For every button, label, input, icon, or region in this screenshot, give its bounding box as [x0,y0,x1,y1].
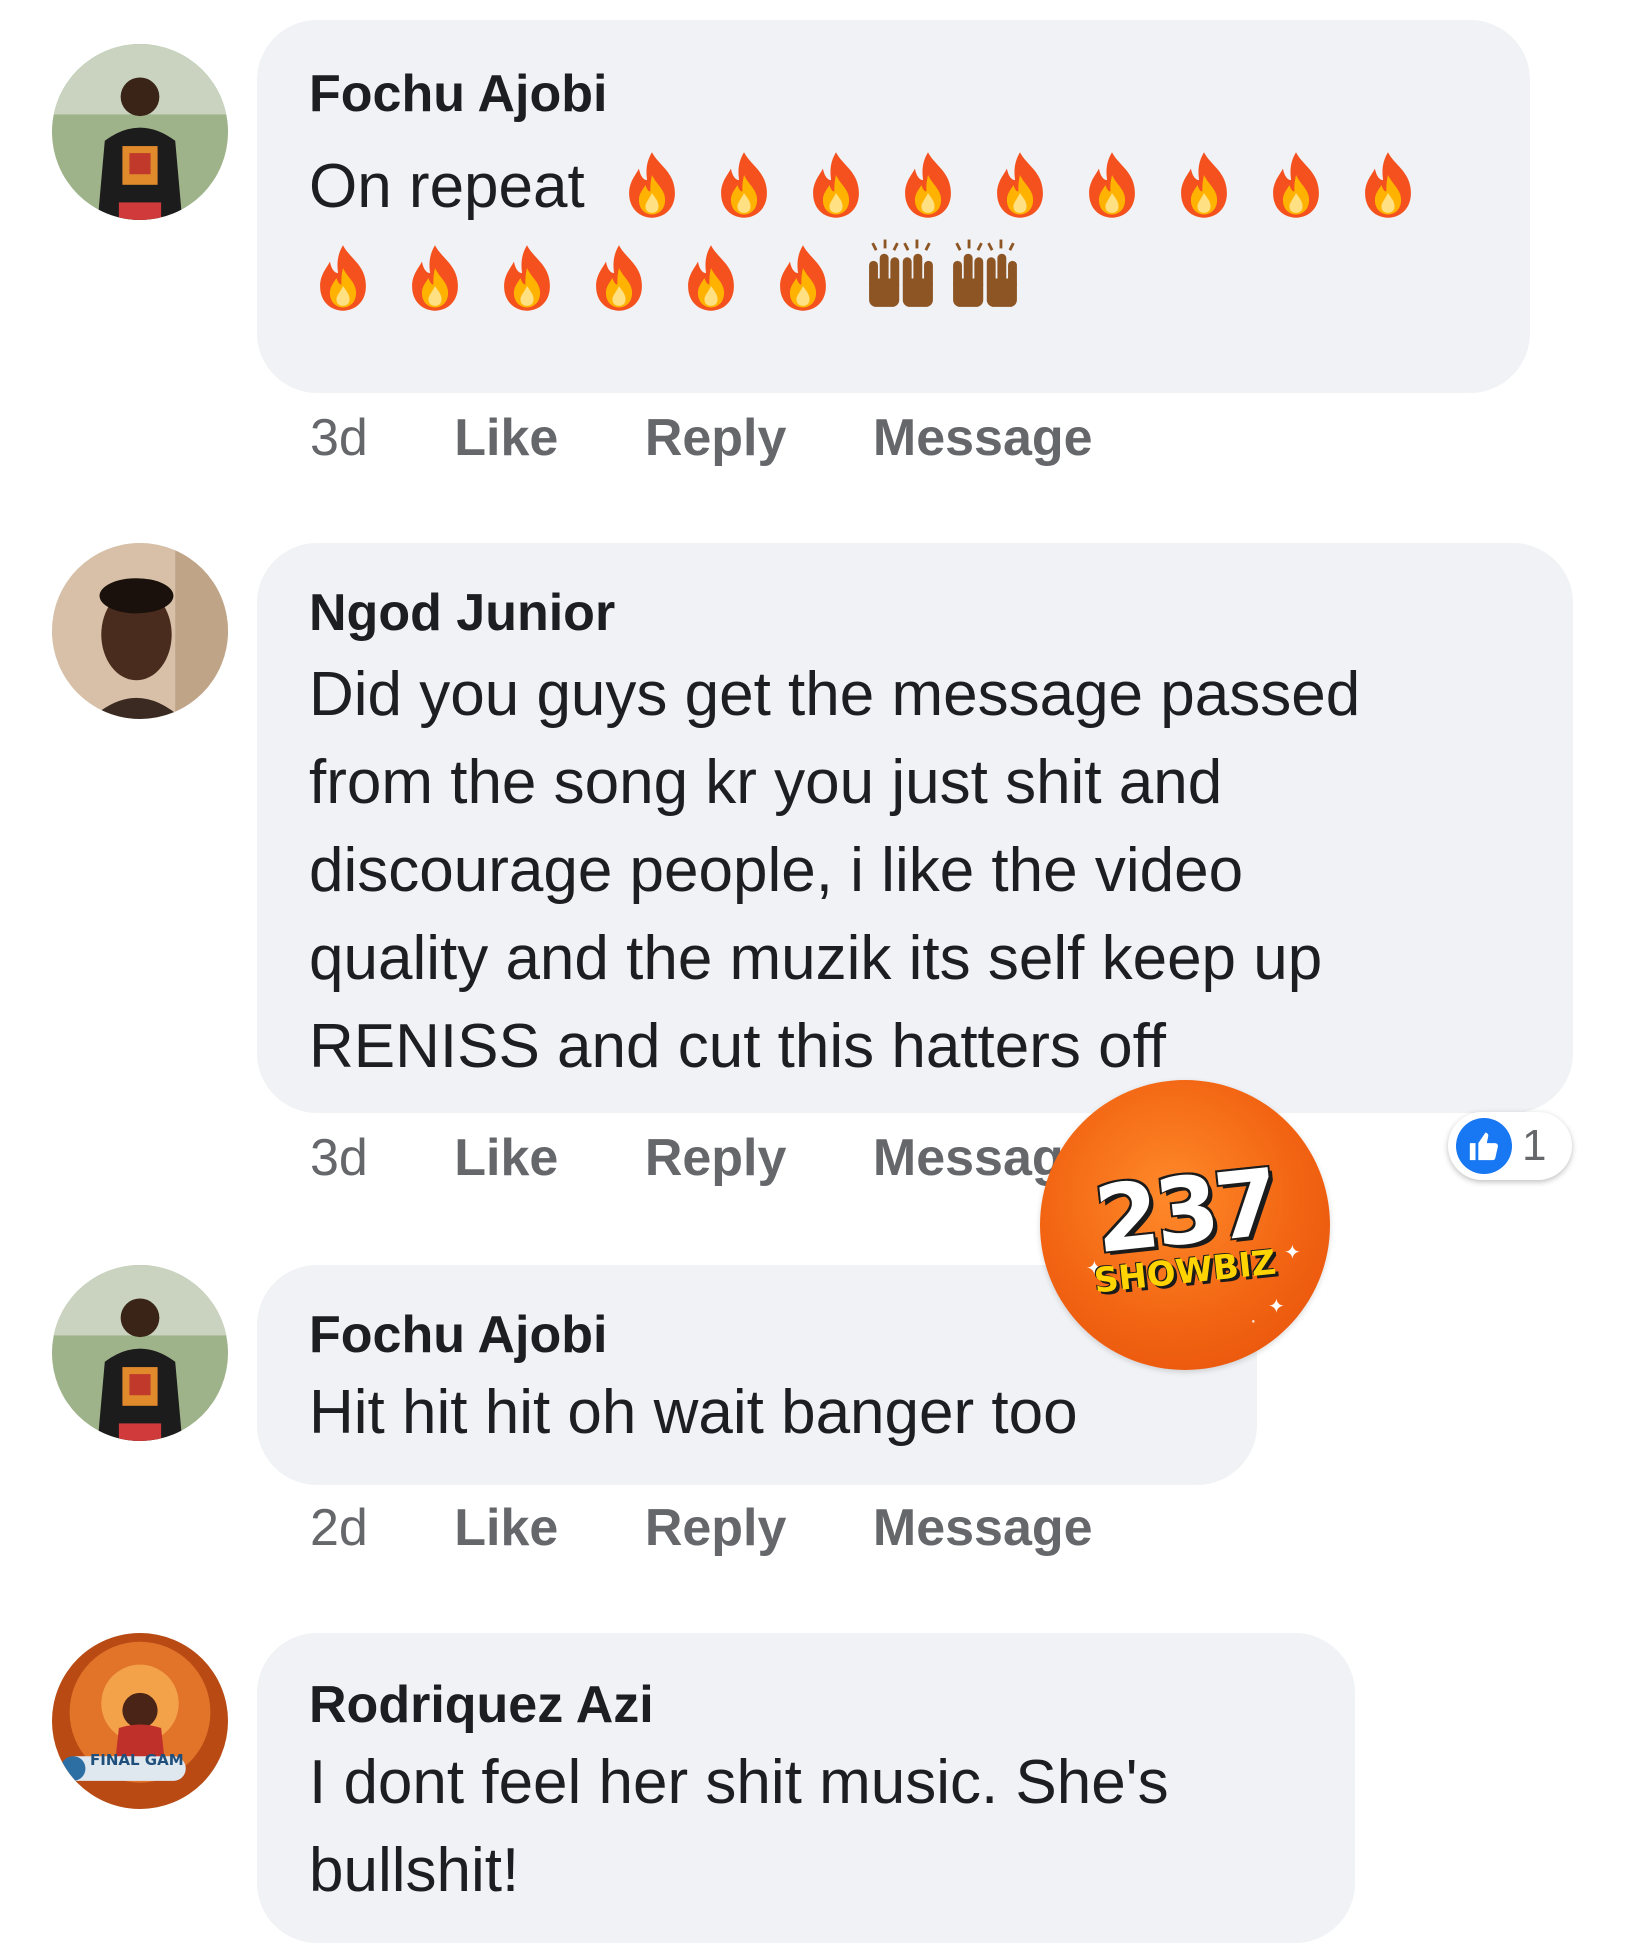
fire-emoji-icon [710,149,778,221]
comment-bubble: Ngod Junior Did you guys get the message… [257,543,1573,1113]
comment-actions: 3d Like Reply Message [310,408,1165,468]
comment-author[interactable]: Fochu Ajobi [309,64,1478,124]
fire-emoji-icon [1170,149,1238,221]
profile-photo-icon [52,543,228,719]
emoji-row [309,236,1478,314]
emoji-row [618,152,1446,221]
fire-emoji-icon [894,149,962,221]
reaction-count-badge[interactable]: 1 [1448,1112,1572,1180]
fire-emoji-icon [986,149,1054,221]
fire-emoji-icon [585,242,653,314]
thumbs-up-icon [1456,1118,1512,1174]
comment-text: I dont feel her shit music. She's bullsh… [309,1748,1169,1905]
comment-time[interactable]: 2d [310,1499,368,1557]
comment-time[interactable]: 3d [310,1129,368,1187]
like-button[interactable]: Like [454,1129,558,1187]
fire-emoji-icon [802,149,870,221]
avatar-badge: FINAL GAM [90,1751,184,1769]
reply-button[interactable]: Reply [645,1499,787,1557]
comment-text-line: On repeat [309,142,1478,232]
comment-bubble: Fochu Ajobi On repeat [257,20,1530,393]
fire-emoji-icon [769,242,837,314]
avatar[interactable] [52,1265,228,1441]
reply-button[interactable]: Reply [645,1129,787,1187]
comment-author[interactable]: Ngod Junior [309,583,1521,643]
comment-time[interactable]: 3d [310,409,368,467]
comment-text: Hit hit hit oh wait banger too [309,1378,1078,1447]
like-button[interactable]: Like [454,409,558,467]
raised-hands-emoji-icon [861,236,941,314]
like-button[interactable]: Like [454,1499,558,1557]
fire-emoji-icon [1262,149,1330,221]
raised-hands-emoji-icon [945,236,1025,314]
comment-text: Did you guys get the message passed from… [309,660,1361,1081]
avatar[interactable] [52,44,228,220]
fire-emoji-icon [1354,149,1422,221]
comment-actions: 2d Like Reply Message [310,1498,1165,1558]
fire-emoji-icon [309,242,377,314]
message-button[interactable]: Message [873,1499,1093,1557]
reaction-count: 1 [1522,1121,1547,1170]
showbiz-watermark-logo: ✦ ✦ ✦ · 237 SHOWBIZ [1040,1080,1330,1370]
message-button[interactable]: Message [873,409,1093,467]
fire-emoji-icon [493,242,561,314]
fire-emoji-icon [1078,149,1146,221]
fire-emoji-icon [618,149,686,221]
comment-bubble: Rodriquez Azi I dont feel her shit music… [257,1633,1355,1943]
profile-photo-icon [52,44,228,220]
comment-author[interactable]: Rodriquez Azi [309,1675,1303,1735]
avatar[interactable]: FINAL GAM [52,1633,228,1809]
profile-photo-icon [52,1265,228,1441]
profile-photo-icon [52,1633,228,1809]
reply-button[interactable]: Reply [645,409,787,467]
avatar[interactable] [52,543,228,719]
comment-text: On repeat [309,152,585,221]
fire-emoji-icon [401,242,469,314]
fire-emoji-icon [677,242,745,314]
